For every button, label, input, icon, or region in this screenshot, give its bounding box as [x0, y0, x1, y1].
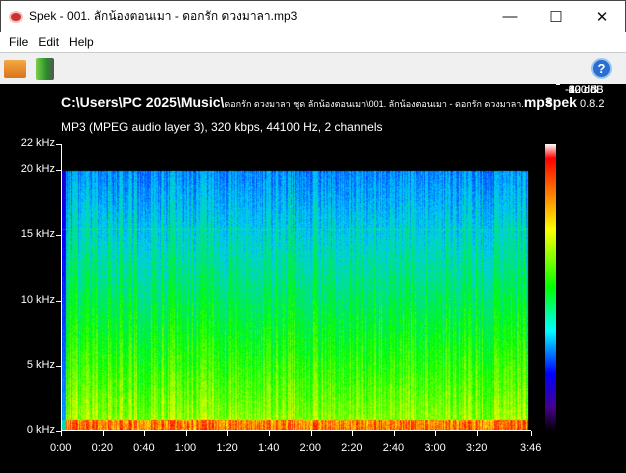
- freq-tick-label: 5 kHz: [27, 359, 55, 371]
- time-tick-label: 2:00: [300, 442, 321, 454]
- time-tick-label: 0:40: [133, 442, 154, 454]
- help-icon[interactable]: ?: [591, 58, 612, 79]
- app-version: spek 0.8.2: [545, 94, 604, 110]
- db-tick-label: -120 dB: [565, 84, 604, 96]
- time-tick: [311, 431, 312, 436]
- time-tick: [103, 431, 104, 436]
- path-prefix: C:\Users\PC 2025\Music\: [61, 94, 224, 110]
- freq-tick-label: 10 kHz: [21, 294, 55, 306]
- db-tick: [556, 84, 560, 85]
- maximize-button[interactable]: ☐: [533, 8, 579, 26]
- time-tick-label: 2:20: [341, 442, 362, 454]
- time-tick: [269, 431, 270, 436]
- freq-tick-label: 20 kHz: [21, 163, 55, 175]
- time-tick-label: 3:46: [520, 442, 541, 454]
- time-tick: [227, 431, 228, 436]
- time-tick: [352, 431, 353, 436]
- time-tick: [61, 431, 62, 436]
- freq-tick: [56, 144, 61, 145]
- time-tick: [435, 431, 436, 436]
- time-tick: [186, 431, 187, 436]
- time-tick-label: 0:00: [50, 442, 71, 454]
- time-tick: [394, 431, 395, 436]
- time-tick-label: 0:20: [92, 442, 113, 454]
- menu-bar: File Edit Help: [0, 32, 626, 52]
- menu-edit[interactable]: Edit: [33, 35, 64, 49]
- freq-tick: [56, 366, 61, 367]
- menu-help[interactable]: Help: [64, 35, 99, 49]
- time-tick: [531, 431, 532, 436]
- folder-icon[interactable]: [4, 60, 26, 78]
- plot-axes: [61, 144, 531, 431]
- time-tick: [144, 431, 145, 436]
- freq-tick-label: 0 kHz: [27, 424, 55, 436]
- freq-tick: [56, 170, 61, 171]
- minimize-button[interactable]: —: [487, 8, 533, 25]
- menu-file[interactable]: File: [4, 35, 33, 49]
- time-tick-label: 2:40: [383, 442, 404, 454]
- title-bar: Spek - 001. ลักน้องตอนเมา - ดอกรัก ดวงมา…: [0, 0, 626, 32]
- time-tick-label: 1:00: [175, 442, 196, 454]
- freq-tick: [56, 301, 61, 302]
- time-tick-label: 3:00: [424, 442, 445, 454]
- save-icon[interactable]: [36, 58, 54, 80]
- time-tick-label: 1:20: [216, 442, 237, 454]
- time-tick-label: 3:20: [466, 442, 487, 454]
- time-tick: [477, 431, 478, 436]
- freq-tick-label: 15 kHz: [21, 228, 55, 240]
- audio-info: MP3 (MPEG audio layer 3), 320 kbps, 4410…: [61, 120, 383, 134]
- file-path: C:\Users\PC 2025\Music\ดอกรัก ดวงมาลา ชุ…: [61, 94, 553, 111]
- color-scale-bar: [545, 144, 556, 431]
- freq-tick: [56, 235, 61, 236]
- freq-tick-label: 22 kHz: [21, 137, 55, 149]
- version: 0.8.2: [580, 98, 604, 110]
- close-button[interactable]: ✕: [579, 8, 625, 26]
- app-name: spek: [545, 94, 577, 110]
- path-rest: ดอกรัก ดวงมาลา ชุด ลักน้องตอนเมา\001. ลั…: [224, 99, 523, 109]
- window-title: Spek - 001. ลักน้องตอนเมา - ดอกรัก ดวงมา…: [29, 7, 487, 26]
- spectrogram-view: C:\Users\PC 2025\Music\ดอกรัก ดวงมาลา ชุ…: [0, 84, 626, 473]
- time-tick-label: 1:40: [258, 442, 279, 454]
- spek-app-icon: [9, 11, 23, 23]
- toolbar: ?: [0, 52, 626, 84]
